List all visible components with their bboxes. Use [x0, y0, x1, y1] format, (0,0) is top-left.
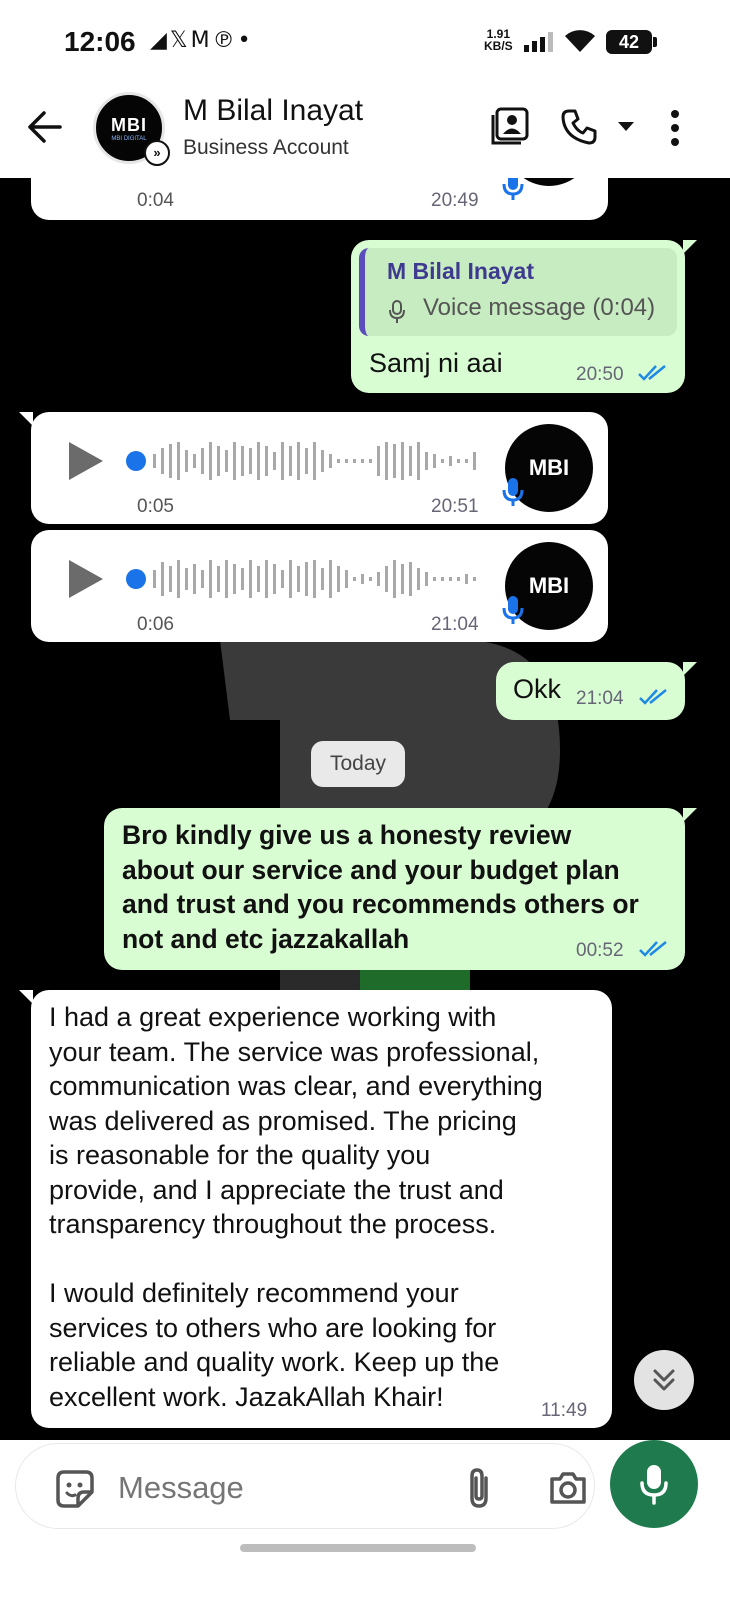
contact-card-icon[interactable] — [490, 106, 530, 146]
double-tick-icon — [639, 941, 667, 957]
composer-bar — [0, 1440, 730, 1600]
message-time: 21:04 — [431, 614, 479, 635]
attach-icon[interactable] — [462, 1466, 496, 1510]
message-time: 11:49 — [541, 1400, 588, 1421]
avatar-logo-text: MBI — [111, 114, 147, 135]
message-voice-incoming[interactable]: 0:06 21:04 MBI — [31, 530, 608, 642]
quoted-sender: M Bilal Inayat — [387, 258, 534, 284]
mic-icon — [502, 178, 524, 200]
voice-duration: 0:04 — [137, 190, 174, 211]
message-voice-incoming[interactable]: 0:05 20:51 MBI — [19, 412, 608, 524]
quoted-message[interactable]: M Bilal Inayat Voice message (0:04) — [359, 248, 677, 336]
date-divider: Today — [311, 741, 405, 787]
contact-name[interactable]: M Bilal Inayat — [183, 94, 363, 128]
message-outgoing[interactable]: Okk 21:04 — [496, 662, 697, 720]
message-time: 00:52 — [576, 940, 624, 961]
battery-icon: 42 — [606, 30, 657, 54]
message-text: Bro kindly give us a honesty review abou… — [122, 820, 639, 954]
net-speed-unit: KB/S — [484, 39, 513, 53]
message-time: 20:49 — [431, 190, 479, 211]
double-tick-icon — [639, 689, 667, 705]
play-icon[interactable] — [69, 560, 103, 598]
mic-icon — [502, 596, 524, 624]
scroll-to-bottom-button[interactable] — [634, 1350, 694, 1410]
message-outgoing[interactable]: Bro kindly give us a honesty review abou… — [104, 808, 697, 970]
quoted-text: Voice message (0:04) — [423, 294, 656, 321]
message-input[interactable] — [118, 1470, 438, 1506]
voice-progress-dot[interactable] — [126, 569, 146, 589]
message-time: 20:50 — [576, 364, 624, 385]
dropdown-icon[interactable] — [616, 120, 636, 134]
message-incoming[interactable]: I had a great experience working with yo… — [19, 990, 612, 1428]
business-badge-icon: » — [144, 140, 170, 166]
message-time: 20:51 — [431, 496, 479, 517]
wifi-icon — [565, 30, 595, 52]
notification-icons: ◢𝕏M℗• — [150, 28, 254, 53]
chevron-double-down-icon — [653, 1369, 675, 1391]
voice-record-button[interactable] — [610, 1440, 698, 1528]
camera-icon[interactable] — [548, 1470, 588, 1506]
mic-icon — [640, 1465, 668, 1505]
voice-waveform[interactable] — [153, 438, 483, 484]
navigation-handle[interactable] — [240, 1544, 476, 1552]
mic-icon — [389, 300, 405, 323]
message-voice-incoming[interactable]: 0:04 20:49 — [31, 178, 608, 220]
mic-icon — [502, 478, 524, 506]
chat-area[interactable]: 0:04 20:49 M Bilal Inayat Voice message … — [0, 178, 730, 1440]
double-tick-icon — [638, 365, 666, 381]
voice-waveform[interactable] — [153, 556, 483, 602]
sender-avatar-text: MBI — [528, 573, 570, 598]
message-text: I had a great experience working with yo… — [49, 1002, 543, 1412]
chat-header: MBI MBI DIGITAL » M Bilal Inayat Busines… — [0, 82, 730, 178]
avatar-logo-subtext: MBI DIGITAL — [111, 135, 147, 142]
status-time: 12:06 — [64, 26, 136, 57]
message-text: Okk — [513, 674, 562, 704]
sender-avatar-text: MBI — [528, 455, 570, 480]
voice-progress-dot[interactable] — [126, 451, 146, 471]
message-input-container[interactable] — [16, 1444, 594, 1528]
play-icon[interactable] — [69, 442, 103, 480]
voice-duration: 0:06 — [137, 614, 174, 635]
net-speed: 1.91 KB/S — [484, 28, 513, 52]
back-arrow-icon[interactable] — [26, 110, 62, 144]
voice-duration: 0:05 — [137, 496, 174, 517]
sticker-icon[interactable] — [56, 1470, 94, 1508]
status-bar: 12:06 ◢𝕏M℗• 1.91 KB/S 42 — [0, 0, 730, 82]
message-time: 21:04 — [576, 688, 624, 709]
message-text: Samj ni aai — [369, 348, 503, 378]
signal-icon — [524, 32, 553, 52]
contact-subtitle[interactable]: Business Account — [183, 136, 349, 160]
phone-icon[interactable] — [560, 108, 598, 146]
more-vert-icon[interactable] — [668, 108, 682, 148]
message-outgoing-reply[interactable]: M Bilal Inayat Voice message (0:04) Samj… — [351, 240, 697, 393]
